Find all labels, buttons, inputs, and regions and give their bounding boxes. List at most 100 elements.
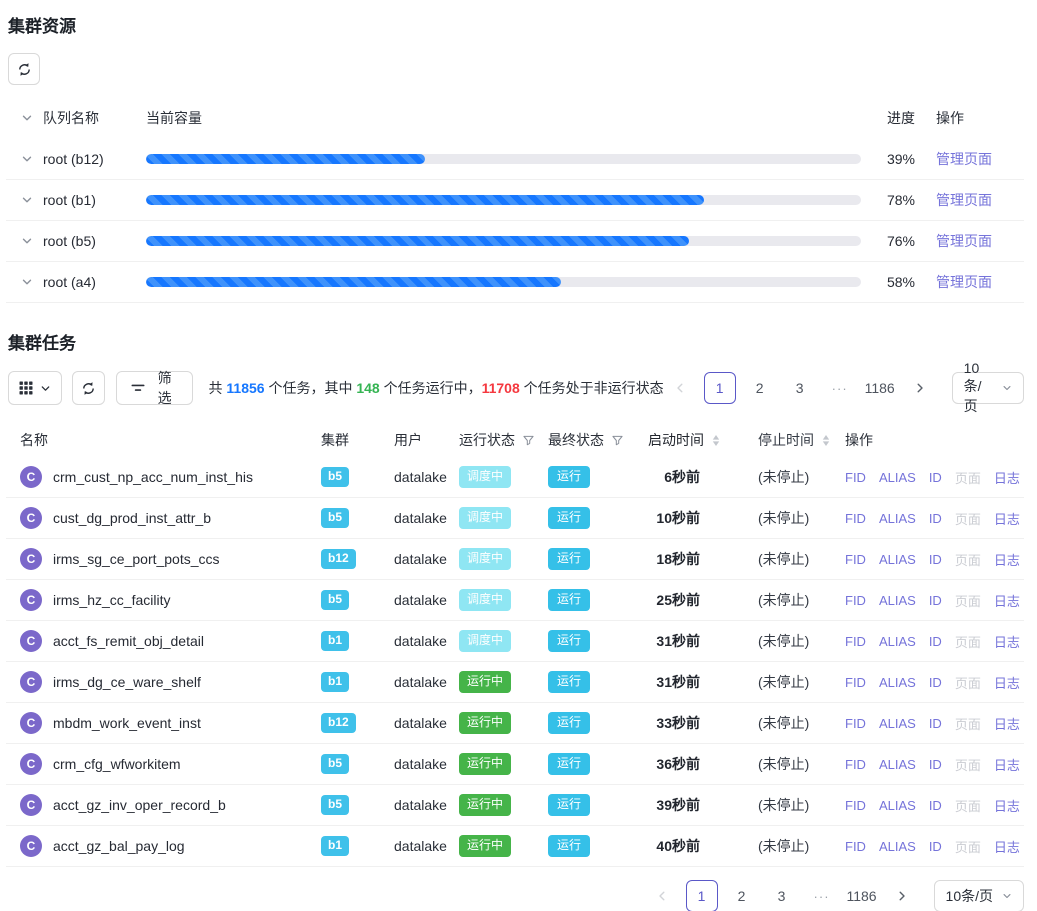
alias-link[interactable]: ALIAS bbox=[879, 552, 916, 567]
page-link: 页面 bbox=[955, 509, 981, 528]
fid-link[interactable]: FID bbox=[845, 757, 866, 772]
log-link[interactable]: 日志 bbox=[994, 755, 1020, 774]
prev-page-button[interactable] bbox=[664, 372, 696, 404]
id-link[interactable]: ID bbox=[929, 552, 942, 567]
fid-link[interactable]: FID bbox=[845, 675, 866, 690]
alias-link[interactable]: ALIAS bbox=[879, 470, 916, 485]
page-ellipsis[interactable]: ··· bbox=[824, 372, 856, 404]
page-button-3[interactable]: 3 bbox=[766, 880, 798, 911]
log-link[interactable]: 日志 bbox=[994, 796, 1020, 815]
cluster-header: 集群 bbox=[321, 430, 394, 450]
id-link[interactable]: ID bbox=[929, 634, 942, 649]
log-link[interactable]: 日志 bbox=[994, 509, 1020, 528]
chevron-down-icon[interactable] bbox=[20, 275, 34, 289]
id-link[interactable]: ID bbox=[929, 593, 942, 608]
total-tasks-count: 11856 bbox=[226, 380, 264, 396]
filter-button[interactable]: 筛选 bbox=[116, 371, 193, 405]
progress-header: 进度 bbox=[873, 108, 915, 128]
view-switch-dropdown-button[interactable] bbox=[8, 371, 62, 405]
start-time: 10秒前 bbox=[648, 508, 746, 528]
cluster-tasks-title: 集群任务 bbox=[8, 329, 1024, 354]
chevron-down-icon[interactable] bbox=[20, 234, 34, 248]
log-link[interactable]: 日志 bbox=[994, 673, 1020, 692]
refresh-tasks-button[interactable] bbox=[72, 371, 104, 405]
log-link[interactable]: 日志 bbox=[994, 837, 1020, 856]
table-row: Cacct_gz_inv_oper_record_b b5 datalake 运… bbox=[6, 785, 1024, 826]
task-name: acct_gz_inv_oper_record_b bbox=[53, 797, 226, 813]
alias-link[interactable]: ALIAS bbox=[879, 511, 916, 526]
id-link[interactable]: ID bbox=[929, 757, 942, 772]
progress-bar bbox=[146, 277, 861, 287]
queue-name-header: 队列名称 bbox=[43, 108, 99, 128]
funnel-filter-icon[interactable] bbox=[523, 435, 534, 446]
run-status-badge: 运行中 bbox=[459, 712, 511, 733]
user-cell: datalake bbox=[394, 592, 459, 608]
user-header: 用户 bbox=[394, 430, 459, 450]
id-link[interactable]: ID bbox=[929, 470, 942, 485]
next-page-button[interactable] bbox=[886, 880, 918, 911]
id-link[interactable]: ID bbox=[929, 511, 942, 526]
alias-link[interactable]: ALIAS bbox=[879, 798, 916, 813]
fid-link[interactable]: FID bbox=[845, 511, 866, 526]
page-button-1[interactable]: 1 bbox=[686, 880, 718, 911]
alias-link[interactable]: ALIAS bbox=[879, 634, 916, 649]
log-link[interactable]: 日志 bbox=[994, 468, 1020, 487]
fid-link[interactable]: FID bbox=[845, 798, 866, 813]
progress-percent: 58% bbox=[873, 274, 915, 290]
start-time: 39秒前 bbox=[648, 795, 746, 815]
sorter-icon[interactable] bbox=[822, 435, 830, 446]
log-link[interactable]: 日志 bbox=[994, 632, 1020, 651]
fid-link[interactable]: FID bbox=[845, 839, 866, 854]
table-row: Ccrm_cust_np_acc_num_inst_his b5 datalak… bbox=[6, 457, 1024, 498]
id-link[interactable]: ID bbox=[929, 839, 942, 854]
filter-button-label: 筛选 bbox=[152, 368, 178, 408]
avatar: C bbox=[20, 712, 42, 734]
alias-link[interactable]: ALIAS bbox=[879, 716, 916, 731]
prev-page-button[interactable] bbox=[646, 880, 678, 911]
chevron-down-icon[interactable] bbox=[20, 193, 34, 207]
alias-link[interactable]: ALIAS bbox=[879, 675, 916, 690]
log-link[interactable]: 日志 bbox=[994, 714, 1020, 733]
fid-link[interactable]: FID bbox=[845, 716, 866, 731]
collapse-all-chevron-down-icon[interactable] bbox=[20, 111, 34, 125]
log-link[interactable]: 日志 bbox=[994, 550, 1020, 569]
id-link[interactable]: ID bbox=[929, 798, 942, 813]
manage-page-link[interactable]: 管理页面 bbox=[936, 149, 992, 169]
page-button-3[interactable]: 3 bbox=[784, 372, 816, 404]
queue-name: root (b12) bbox=[43, 151, 104, 167]
id-link[interactable]: ID bbox=[929, 675, 942, 690]
page-size-select[interactable]: 10条/页 bbox=[952, 372, 1024, 404]
page-size-select[interactable]: 10条/页 bbox=[934, 880, 1024, 911]
page-button-2[interactable]: 2 bbox=[726, 880, 758, 911]
manage-page-link[interactable]: 管理页面 bbox=[936, 272, 992, 292]
run-status-badge: 调度中 bbox=[459, 630, 511, 651]
table-row: Cacct_gz_bal_pay_log b1 datalake 运行中 运行 … bbox=[6, 826, 1024, 867]
manage-page-link[interactable]: 管理页面 bbox=[936, 231, 992, 251]
funnel-filter-icon[interactable] bbox=[612, 435, 623, 446]
page-link: 页面 bbox=[955, 673, 981, 692]
page-button-last[interactable]: 1186 bbox=[846, 880, 878, 911]
page-button-1[interactable]: 1 bbox=[704, 372, 736, 404]
page-button-2[interactable]: 2 bbox=[744, 372, 776, 404]
avatar: C bbox=[20, 630, 42, 652]
alias-link[interactable]: ALIAS bbox=[879, 757, 916, 772]
fid-link[interactable]: FID bbox=[845, 470, 866, 485]
refresh-resources-button[interactable] bbox=[8, 53, 40, 85]
manage-page-link[interactable]: 管理页面 bbox=[936, 190, 992, 210]
sorter-icon[interactable] bbox=[712, 435, 720, 446]
fid-link[interactable]: FID bbox=[845, 634, 866, 649]
final-status-badge: 运行 bbox=[548, 835, 590, 856]
log-link[interactable]: 日志 bbox=[994, 591, 1020, 610]
id-link[interactable]: ID bbox=[929, 716, 942, 731]
run-status-badge: 运行中 bbox=[459, 753, 511, 774]
alias-link[interactable]: ALIAS bbox=[879, 593, 916, 608]
page-ellipsis[interactable]: ··· bbox=[806, 880, 838, 911]
alias-link[interactable]: ALIAS bbox=[879, 839, 916, 854]
chevron-down-icon[interactable] bbox=[20, 152, 34, 166]
fid-link[interactable]: FID bbox=[845, 552, 866, 567]
progress-bar-fill bbox=[146, 195, 704, 205]
run-status-badge: 调度中 bbox=[459, 466, 511, 487]
next-page-button[interactable] bbox=[904, 372, 936, 404]
fid-link[interactable]: FID bbox=[845, 593, 866, 608]
page-button-last[interactable]: 1186 bbox=[864, 372, 896, 404]
